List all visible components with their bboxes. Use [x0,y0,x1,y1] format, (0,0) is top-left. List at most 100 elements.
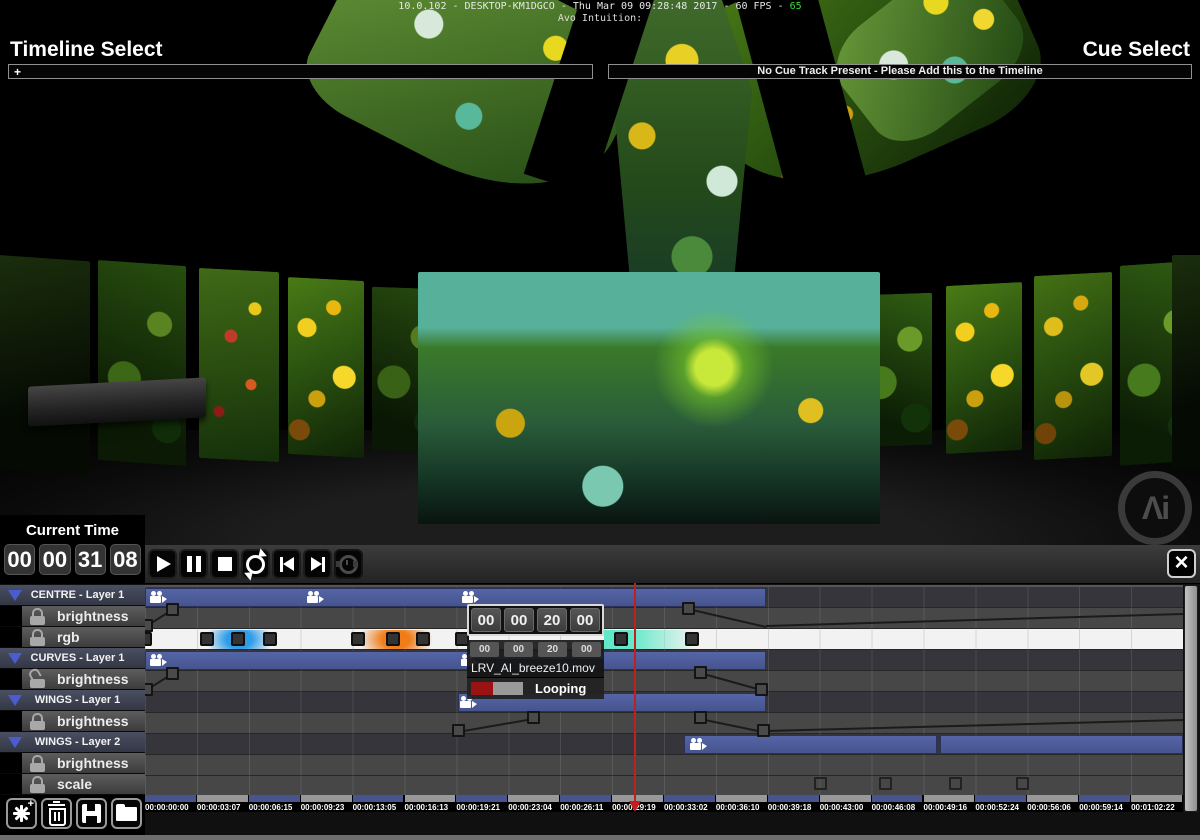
open-folder-button[interactable] [111,798,142,829]
unlock-icon[interactable] [30,671,45,688]
playhead[interactable] [634,583,636,801]
envelope-keyframe[interactable] [694,711,707,724]
keyframe[interactable] [685,632,699,646]
keyframe[interactable] [200,632,214,646]
ruler-segment[interactable]: 00:00:36:10 [716,795,768,812]
envelope-keyframe[interactable] [145,619,153,632]
layer-row-curves-layer-1[interactable]: CURVES - Layer 1 [0,648,145,669]
clip-loop-toggle[interactable]: Looping [467,678,604,699]
add-timeline-button[interactable]: + [14,65,21,79]
current-time-digit-3[interactable]: 08 [110,544,141,575]
keyframe[interactable] [416,632,430,646]
envelope-keyframe[interactable] [166,603,179,616]
row-black-cell [0,669,22,689]
ruler-segment[interactable]: 00:00:59:14 [1079,795,1131,812]
current-time-digit-1[interactable]: 00 [39,544,70,575]
timecode-large-field-2[interactable]: 20 [537,608,567,632]
ruler-segment[interactable]: 00:00:26:11 [560,795,612,812]
layer-expand-icon[interactable] [8,590,22,601]
scale-keyframe[interactable] [1016,777,1029,790]
ruler-segment[interactable]: 00:00:23:04 [508,795,560,812]
keyframe[interactable] [231,632,245,646]
pause-button[interactable] [179,549,208,579]
timecode-large-field-3[interactable]: 00 [570,608,600,632]
lock-icon[interactable] [30,608,45,625]
scale-keyframe[interactable] [814,777,827,790]
loop-button[interactable] [241,549,270,579]
property-row-brightness[interactable]: brightness [0,753,145,774]
lock-icon[interactable] [30,629,45,646]
envelope-keyframe[interactable] [145,683,153,696]
keyframe[interactable] [614,632,628,646]
property-row-brightness[interactable]: brightness [0,606,145,627]
ruler-segment[interactable]: 00:00:09:23 [301,795,353,812]
keyframe[interactable] [145,632,152,646]
layer-expand-icon[interactable] [8,695,22,706]
delete-timeline-button[interactable] [41,798,72,829]
property-row-brightness[interactable]: brightness [0,669,145,690]
layer-row-centre-layer-1[interactable]: CENTRE - Layer 1 [0,585,145,606]
ruler-segment[interactable]: 00:01:02:22 [1131,795,1183,812]
new-timeline-button[interactable]: + [6,798,37,829]
timecode-large-field-0[interactable]: 00 [471,608,501,632]
cue-track-message-bar[interactable]: No Cue Track Present - Please Add this t… [608,64,1192,79]
ruler-segment[interactable]: 00:00:16:13 [405,795,457,812]
timecode-large-field-1[interactable]: 00 [504,608,534,632]
lock-icon[interactable] [30,755,45,772]
lock-icon[interactable] [30,713,45,730]
property-row-rgb[interactable]: rgb [0,627,145,648]
close-timeline-button[interactable]: × [1167,549,1196,578]
keyframe[interactable] [351,632,365,646]
ruler-segment[interactable]: 00:00:52:24 [975,795,1027,812]
ruler-segment[interactable]: 00:00:13:05 [353,795,405,812]
pause-icon [187,556,201,572]
play-button[interactable] [148,549,177,579]
ruler-segment[interactable]: 00:00:56:06 [1027,795,1079,812]
lock-icon[interactable] [30,776,45,793]
property-row-scale[interactable]: scale [0,774,145,795]
skip-back-icon [280,557,294,572]
property-row-brightness[interactable]: brightness [0,711,145,732]
ruler-segment[interactable]: 00:00:46:08 [872,795,924,812]
envelope-keyframe[interactable] [527,711,540,724]
envelope-keyframe[interactable] [755,683,768,696]
ruler-segment[interactable]: 00:00:39:18 [768,795,820,812]
skip-forward-button[interactable] [303,549,332,579]
keyframe[interactable] [386,632,400,646]
layer-row-wings-layer-1[interactable]: WINGS - Layer 1 [0,690,145,711]
ruler-segment[interactable]: 00:00:00:00 [145,795,197,812]
envelope-keyframe[interactable] [682,602,695,615]
current-time-digit-0[interactable]: 00 [4,544,35,575]
timeline-select-bar[interactable]: + [8,64,593,79]
skip-back-button[interactable] [272,549,301,579]
scale-keyframe[interactable] [879,777,892,790]
scale-keyframe[interactable] [949,777,962,790]
layer-row-wings-layer-2[interactable]: WINGS - Layer 2 [0,732,145,753]
ruler-segment[interactable]: 00:00:19:21 [456,795,508,812]
keyframe[interactable] [263,632,277,646]
sync-button[interactable] [334,549,363,579]
vertical-scrollbar-thumb[interactable] [1185,586,1197,811]
current-time-digit-2[interactable]: 31 [75,544,106,575]
stop-button[interactable] [210,549,239,579]
ruler-segment[interactable]: 00:00:06:15 [249,795,301,812]
envelope-keyframe[interactable] [166,667,179,680]
envelope-keyframe[interactable] [694,666,707,679]
ruler-segment[interactable]: 00:00:49:16 [924,795,976,812]
timeline-track-area[interactable] [145,585,1183,797]
vertical-scrollbar[interactable] [1184,585,1198,812]
layer-expand-icon[interactable] [8,737,22,748]
timeline-ruler[interactable]: 00:00:00:0000:00:03:0700:00:06:1500:00:0… [145,795,1183,812]
timecode-small-field-0[interactable]: 00 [470,642,499,657]
ruler-segment[interactable]: 00:00:43:00 [820,795,872,812]
envelope-keyframe[interactable] [757,724,770,737]
ruler-segment[interactable]: 00:00:33:02 [664,795,716,812]
timecode-small-field-1[interactable]: 00 [504,642,533,657]
ruler-segment[interactable]: 00:00:03:07 [197,795,249,812]
horizontal-scrollbar[interactable] [0,835,1200,840]
save-timeline-button[interactable] [76,798,107,829]
layer-expand-icon[interactable] [8,653,22,664]
envelope-keyframe[interactable] [452,724,465,737]
timecode-small-field-2[interactable]: 20 [538,642,567,657]
timecode-small-field-3[interactable]: 00 [572,642,601,657]
